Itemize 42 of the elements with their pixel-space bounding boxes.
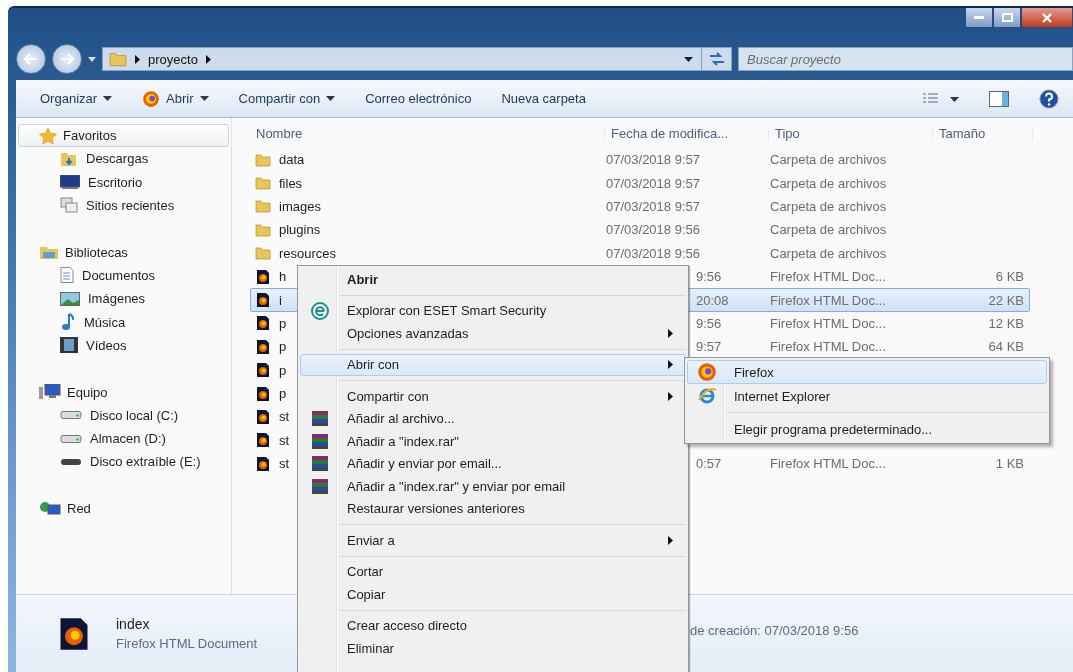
size-cell-text: 12 KB <box>987 315 1024 331</box>
date-cell-text: 0:57 <box>695 456 723 472</box>
file-name: p <box>279 386 287 402</box>
date-cell-text: 07/03/2018 9:57 <box>606 152 701 168</box>
type-cell-text: Carpeta de archivos <box>770 198 888 214</box>
date-cell-text: 9:56 <box>695 315 723 331</box>
date-cell-text: 07/03/2018 9:56 <box>606 222 701 238</box>
file-name: p <box>279 339 287 355</box>
type-cell-text: Firefox HTML Doc... <box>770 269 887 285</box>
size-cell-text: 64 KB <box>987 339 1024 355</box>
details-file-type: Firefox HTML Document <box>116 636 258 651</box>
type-cell-text: Carpeta de archivos <box>770 152 888 168</box>
date-cell-text: 07/03/2018 9:57 <box>606 175 701 191</box>
size-cell-text: 1 KB <box>994 456 1024 472</box>
size-cell-text: 22 KB <box>987 292 1024 308</box>
file-name: resources <box>279 245 337 261</box>
date-cell-text: 07/03/2018 9:57 <box>606 198 701 214</box>
type-cell-text: Carpeta de archivos <box>770 222 888 238</box>
size-cell-text: 6 KB <box>994 269 1024 285</box>
file-name: files <box>279 175 303 191</box>
date-cell-text: 9:57 <box>695 339 723 355</box>
file-name: data <box>279 152 305 168</box>
file-name: st <box>279 432 290 448</box>
date-cell-text: 9:56 <box>695 269 723 285</box>
type-cell-text: Firefox HTML Doc... <box>770 339 887 355</box>
file-name: plugins <box>279 222 321 238</box>
details-file-name: index <box>116 616 151 632</box>
date-cell-text: 20:08 <box>695 292 730 308</box>
file-name: i <box>279 292 282 308</box>
details-created-date: de creación: 07/03/2018 9:56 <box>690 623 859 638</box>
type-cell-text: Firefox HTML Doc... <box>770 315 887 331</box>
date-cell-text: 07/03/2018 9:56 <box>606 245 701 261</box>
type-cell-text: Carpeta de archivos <box>770 245 888 261</box>
file-name: st <box>279 456 290 472</box>
type-cell-text: Carpeta de archivos <box>770 175 888 191</box>
file-name: h <box>279 269 287 285</box>
type-cell-text: Firefox HTML Doc... <box>770 456 887 472</box>
file-name: p <box>279 362 287 378</box>
file-name: images <box>279 198 321 214</box>
type-cell-text: Firefox HTML Doc... <box>770 292 887 308</box>
file-name: st <box>279 409 290 425</box>
file-name: p <box>279 315 287 331</box>
